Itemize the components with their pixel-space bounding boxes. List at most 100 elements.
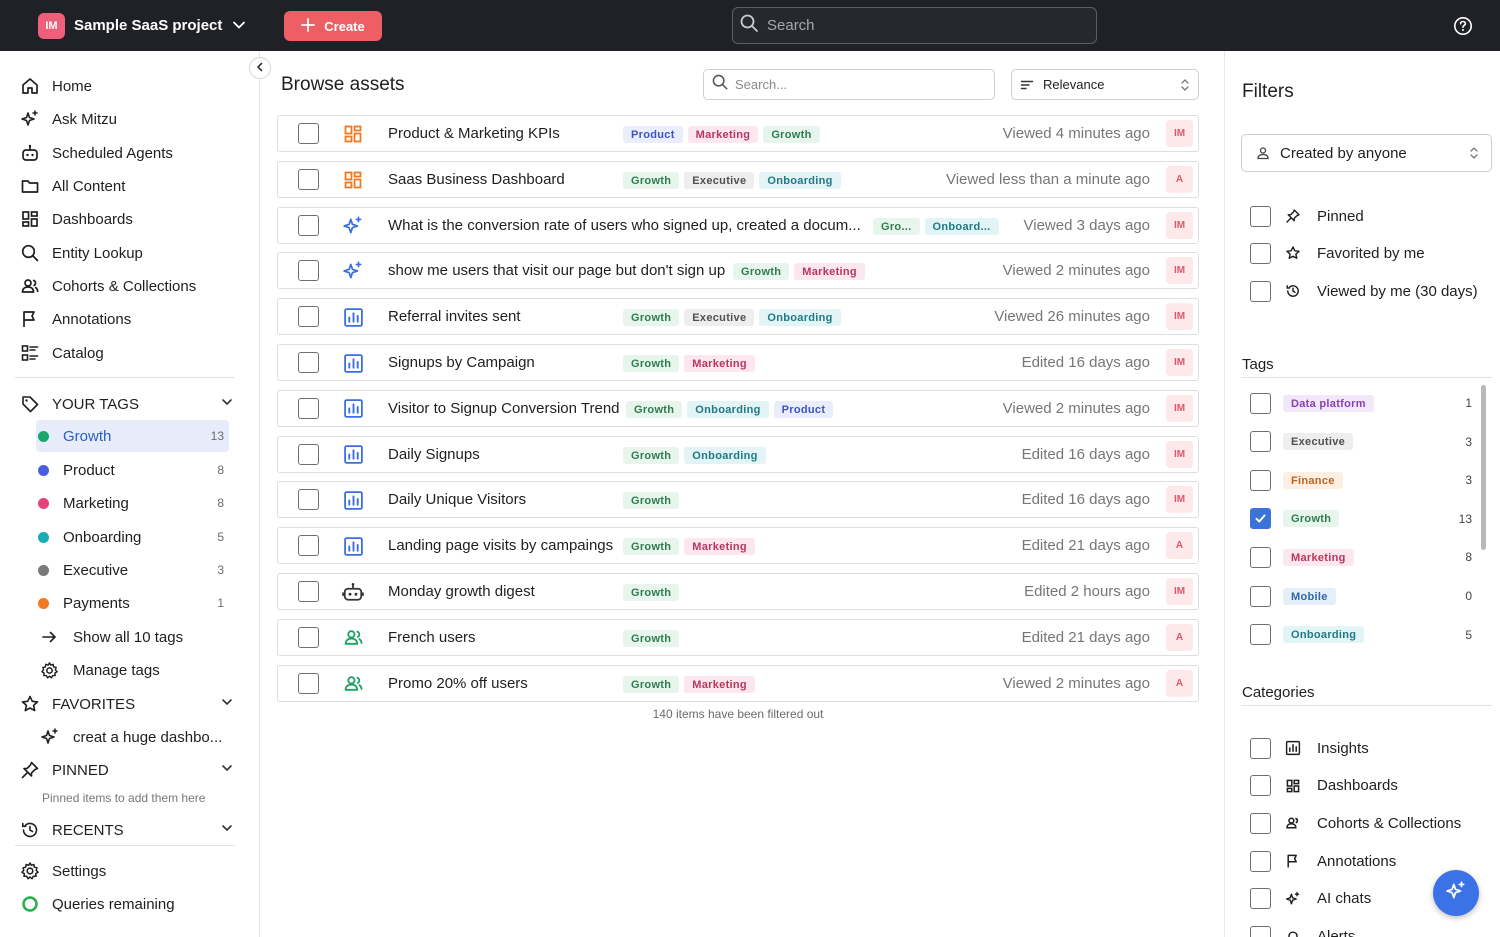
- table-row[interactable]: Referral invites sent Growth Executive Onbo…: [277, 298, 1199, 336]
- row-checkbox[interactable]: [298, 535, 319, 557]
- asset-search[interactable]: [703, 69, 995, 100]
- filter-viewed[interactable]: Viewed by me (30 days): [1250, 280, 1478, 302]
- chevron-down-icon[interactable]: [219, 760, 235, 780]
- favorites-header[interactable]: FAVORITES: [20, 692, 235, 716]
- recents-header[interactable]: RECENTS: [20, 818, 235, 842]
- asset-name[interactable]: French users: [388, 629, 476, 646]
- nav-catalog[interactable]: Catalog: [20, 341, 104, 365]
- row-checkbox[interactable]: [298, 260, 319, 282]
- tag-badge[interactable]: Marketing: [687, 126, 759, 143]
- tag-badge[interactable]: Growth: [623, 355, 680, 372]
- filter-tag-item[interactable]: Onboarding 5: [1250, 624, 1472, 646]
- sidebar-tag-payments[interactable]: Payments 1: [36, 587, 229, 619]
- tag-badge[interactable]: Growth: [623, 629, 680, 647]
- your-tags-header[interactable]: YOUR TAGS: [20, 392, 235, 416]
- project-avatar[interactable]: IM: [38, 13, 65, 39]
- asset-name[interactable]: Daily Unique Visitors: [388, 491, 526, 508]
- filter-category-item[interactable]: Insights: [1250, 737, 1369, 759]
- tag-badge[interactable]: Onboarding: [684, 446, 766, 464]
- filter-category-item[interactable]: Dashboards: [1250, 775, 1398, 797]
- manage-tags-link[interactable]: Manage tags: [40, 658, 160, 682]
- tag-badge[interactable]: Onboard...: [924, 217, 999, 235]
- tag-badge[interactable]: Marketing: [684, 675, 755, 693]
- row-checkbox[interactable]: [298, 489, 319, 511]
- global-search[interactable]: [732, 7, 1097, 44]
- tag-badge[interactable]: Growth: [623, 538, 680, 556]
- tag-badge[interactable]: Growth: [623, 492, 680, 510]
- filter-checkbox[interactable]: [1250, 205, 1271, 227]
- chevron-down-icon[interactable]: [230, 16, 248, 39]
- nav-annotations[interactable]: Annotations: [20, 307, 131, 331]
- table-row[interactable]: Daily Unique Visitors Growth Edited 16 day…: [277, 481, 1199, 519]
- filter-checkbox[interactable]: [1250, 624, 1271, 646]
- tag-badge[interactable]: Growth: [626, 400, 683, 418]
- table-row[interactable]: Landing page visits by campaings Growth Ma…: [277, 527, 1199, 565]
- asset-name[interactable]: What is the conversion rate of users who…: [388, 217, 861, 234]
- filter-tag-item[interactable]: Data platform 1: [1250, 392, 1472, 414]
- tag-badge[interactable]: Marketing: [684, 538, 755, 556]
- asset-name[interactable]: Monday growth digest: [388, 583, 535, 600]
- row-checkbox[interactable]: [298, 443, 319, 465]
- nav-cohorts[interactable]: Cohorts & Collections: [20, 274, 196, 298]
- asset-name[interactable]: Visitor to Signup Conversion Trend: [388, 400, 620, 417]
- table-row[interactable]: show me users that visit our page but do…: [277, 252, 1199, 290]
- nav-dashboards[interactable]: Dashboards: [20, 207, 133, 231]
- tag-badge[interactable]: Onboarding: [759, 171, 841, 189]
- row-checkbox[interactable]: [298, 214, 319, 236]
- row-checkbox[interactable]: [298, 397, 319, 419]
- table-row[interactable]: Product & Marketing KPIs Product Marketing…: [277, 115, 1199, 152]
- filter-tag-item[interactable]: Growth 13: [1250, 508, 1472, 530]
- asset-name[interactable]: Daily Signups: [388, 446, 480, 463]
- tag-badge[interactable]: Growth: [623, 446, 680, 464]
- filter-checkbox[interactable]: [1250, 392, 1271, 414]
- tag-badge[interactable]: Executive: [684, 171, 755, 189]
- tag-badge[interactable]: Product: [623, 126, 683, 143]
- table-row[interactable]: Visitor to Signup Conversion Trend Growth…: [277, 389, 1199, 427]
- asset-name[interactable]: Promo 20% off users: [388, 675, 528, 692]
- row-checkbox[interactable]: [298, 123, 319, 144]
- filter-checkbox[interactable]: [1250, 775, 1271, 797]
- chevron-down-icon[interactable]: [219, 694, 235, 714]
- filter-checkbox[interactable]: [1250, 850, 1271, 872]
- sidebar-tag-onboarding[interactable]: Onboarding 5: [36, 521, 229, 553]
- show-all-tags-link[interactable]: Show all 10 tags: [40, 625, 183, 649]
- tag-badge[interactable]: Onboarding: [759, 309, 841, 327]
- favorite-item[interactable]: creat a huge dashbo...: [40, 725, 222, 749]
- filter-checkbox[interactable]: [1250, 585, 1271, 607]
- tag-badge[interactable]: Executive: [684, 309, 755, 327]
- sidebar-tag-product[interactable]: Product 8: [36, 454, 229, 486]
- table-row[interactable]: Daily Signups Growth Onboarding Edited 16 d…: [277, 435, 1199, 473]
- asset-name[interactable]: Saas Business Dashboard: [388, 171, 565, 188]
- asset-name[interactable]: Referral invites sent: [388, 308, 521, 325]
- created-by-select[interactable]: Created by anyone: [1241, 134, 1492, 172]
- project-name[interactable]: Sample SaaS project: [74, 17, 222, 34]
- filter-checkbox[interactable]: [1250, 737, 1271, 759]
- tag-badge[interactable]: Product: [773, 400, 834, 418]
- filter-category-item[interactable]: AI chats: [1250, 888, 1371, 910]
- asset-search-input[interactable]: [735, 77, 975, 92]
- table-row[interactable]: Promo 20% off users Growth Marketing Viewed…: [277, 664, 1199, 702]
- sort-select[interactable]: Relevance: [1011, 69, 1199, 100]
- nav-all-content[interactable]: All Content: [20, 174, 125, 198]
- filter-checkbox[interactable]: [1250, 812, 1271, 834]
- filter-checkbox[interactable]: [1250, 431, 1271, 453]
- tag-badge[interactable]: Growth: [623, 171, 680, 189]
- tag-badge[interactable]: Growth: [623, 675, 680, 693]
- filter-checkbox[interactable]: [1250, 469, 1271, 491]
- filter-pinned[interactable]: Pinned: [1250, 205, 1364, 227]
- table-row[interactable]: French users Growth Edited 21 days ago A: [277, 618, 1199, 656]
- asset-name[interactable]: Landing page visits by campaings: [388, 537, 613, 554]
- sidebar-tag-executive[interactable]: Executive 3: [36, 554, 229, 586]
- tag-badge[interactable]: Growth: [763, 126, 820, 143]
- filter-tag-item[interactable]: Mobile 0: [1250, 585, 1472, 607]
- row-checkbox[interactable]: [298, 352, 319, 373]
- nav-ask-mitzu[interactable]: Ask Mitzu: [20, 107, 117, 131]
- table-row[interactable]: Monday growth digest Growth Edited 2 hours…: [277, 573, 1199, 610]
- pinned-header[interactable]: PINNED: [20, 758, 235, 782]
- tag-badge[interactable]: Growth: [623, 584, 680, 601]
- nav-entity-lookup[interactable]: Entity Lookup: [20, 241, 143, 265]
- filter-checkbox[interactable]: [1250, 280, 1271, 302]
- tag-badge[interactable]: Gro...: [873, 217, 920, 235]
- tag-badge[interactable]: Onboarding: [687, 400, 769, 418]
- ai-assistant-button[interactable]: [1433, 870, 1479, 916]
